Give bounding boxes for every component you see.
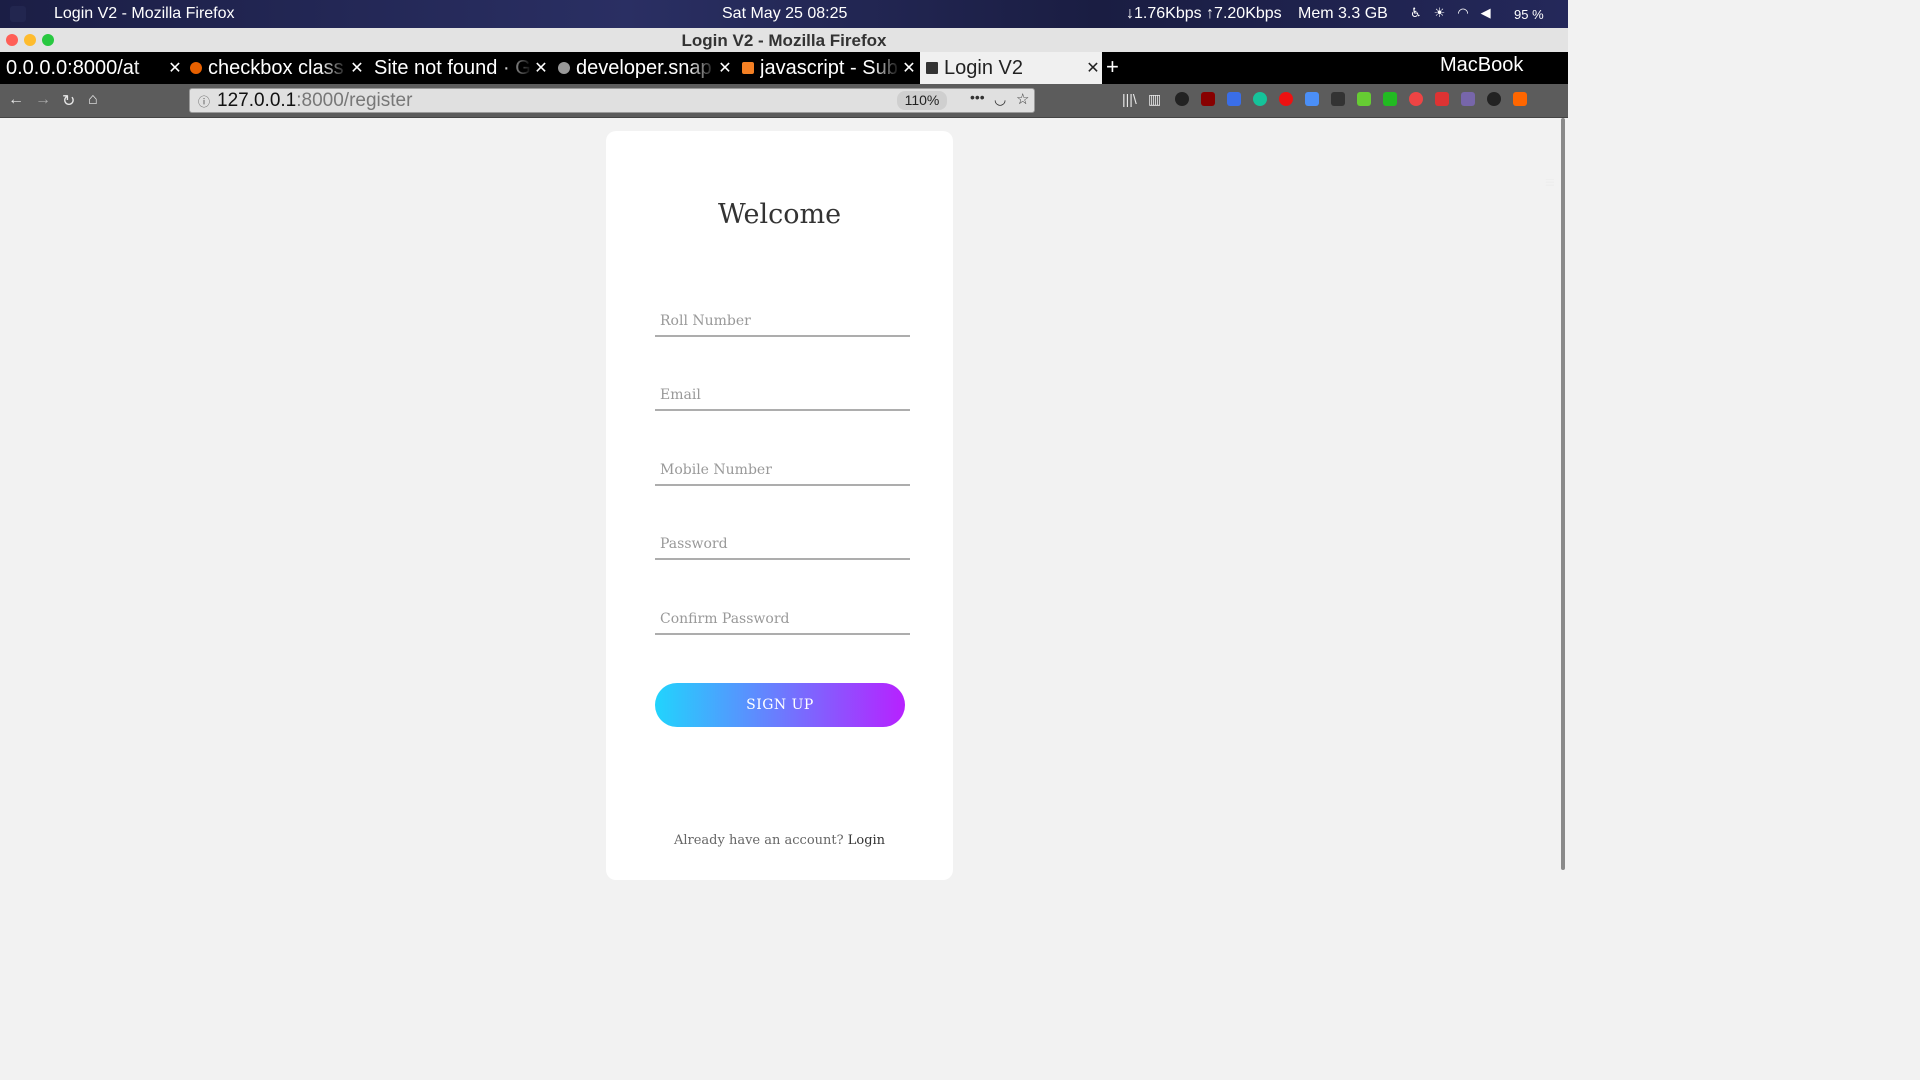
brightness-icon[interactable]: ☀ (1434, 5, 1446, 21)
tab-favicon-icon (190, 62, 202, 74)
brand-label: MacBook (1440, 54, 1523, 77)
hamburger-menu-icon[interactable]: ≡ (1545, 173, 1555, 193)
register-card: Welcome SIGN UP Already have an account?… (606, 131, 953, 880)
page-actions-icon[interactable]: ••• (970, 89, 985, 105)
pocket-icon[interactable]: ◡ (994, 91, 1006, 108)
ublock-icon[interactable] (1201, 92, 1215, 106)
os-top-panel: Login V2 - Mozilla Firefox Sat May 25 08… (0, 0, 1568, 28)
tab-strip: 0.0.0.0:8000/at ✕ checkbox class ✕ Site … (0, 52, 1568, 84)
brand-text: MacBook (1440, 54, 1524, 76)
login-link[interactable]: Login (848, 833, 885, 848)
github-icon[interactable] (1487, 92, 1501, 106)
translate-icon[interactable] (1305, 92, 1319, 106)
close-tab-icon[interactable]: ✕ (532, 58, 550, 78)
tab-label: developer.snap (576, 56, 712, 79)
home-icon[interactable]: ⌂ (88, 91, 98, 109)
tab-favicon-icon (742, 62, 754, 74)
battery-indicator[interactable]: 95 % (1514, 7, 1544, 22)
os-app-title: Login V2 - Mozilla Firefox (54, 5, 235, 22)
library-icon[interactable]: |||\ (1122, 91, 1137, 107)
download-icon[interactable] (1357, 92, 1371, 106)
extension-purple-icon[interactable] (1461, 92, 1475, 106)
close-tab-icon[interactable]: ✕ (716, 58, 734, 78)
form-title: Welcome (717, 199, 842, 230)
window-title: Login V2 - Mozilla Firefox (681, 31, 887, 50)
chrome-like-icon[interactable] (1409, 92, 1423, 106)
url-text[interactable]: 127.0.0.1:8000/register (217, 90, 412, 112)
roll-number-input[interactable] (655, 307, 910, 337)
sidebar-icon[interactable]: ▥ (1148, 91, 1161, 108)
tab-label: Site not found · G (374, 56, 531, 79)
wifi-icon[interactable]: ◠ (1457, 5, 1468, 21)
tab-2[interactable]: Site not found · G ✕ (368, 52, 550, 84)
network-speed: ↓1.76Kbps ↑7.20Kbps (1126, 5, 1282, 22)
confirm-password-input[interactable] (655, 605, 910, 635)
memory-indicator: Mem 3.3 GB (1298, 5, 1388, 22)
lock-extension-icon[interactable] (1331, 92, 1345, 106)
grammarly-icon[interactable] (1253, 92, 1267, 106)
app-menu-icon[interactable] (10, 6, 26, 22)
volume-icon[interactable]: ◀ (1481, 5, 1491, 21)
zoom-level-badge[interactable]: 110% (897, 91, 947, 110)
window-titlebar: Login V2 - Mozilla Firefox (0, 28, 1568, 53)
close-tab-icon[interactable]: ✕ (900, 58, 918, 78)
tab-label: Login V2 (944, 56, 1023, 79)
page-scrollbar[interactable] (1559, 118, 1568, 882)
close-tab-icon[interactable]: ✕ (166, 58, 184, 78)
back-arrow-icon[interactable]: ← (8, 91, 24, 109)
reload-icon[interactable]: ↻ (62, 91, 75, 111)
password-input[interactable] (655, 530, 910, 560)
site-info-icon[interactable]: ⓘ (198, 93, 210, 110)
url-host: 127.0.0.1 (217, 90, 297, 111)
os-clock[interactable]: Sat May 25 08:25 (722, 5, 847, 23)
extension-red-icon[interactable] (1279, 92, 1293, 106)
login-prompt-text: Already have an account? (673, 833, 844, 848)
url-path: :8000/register (296, 90, 413, 111)
tab-label: javascript - Sub (760, 56, 898, 79)
brave-like-icon[interactable] (1513, 92, 1527, 106)
system-tray: ♿︎ ☀ ◠ ◀ (1410, 5, 1491, 21)
extension-grid-icon[interactable] (1227, 92, 1241, 106)
tab-favicon-icon (926, 62, 938, 74)
new-tab-button[interactable]: + (1106, 54, 1119, 80)
url-bar[interactable]: ⓘ 127.0.0.1:8000/register 110% ••• ◡ ☆ (189, 88, 1035, 113)
sign-up-button[interactable]: SIGN UP (655, 683, 905, 727)
scrollbar-thumb[interactable] (1561, 118, 1565, 870)
tab-favicon-icon (558, 62, 570, 74)
bookmark-star-icon[interactable]: ☆ (1016, 90, 1029, 108)
login-prompt: Already have an account? Login (606, 833, 953, 848)
extension-green-icon[interactable] (1383, 92, 1397, 106)
email-input[interactable] (655, 381, 910, 411)
close-tab-icon[interactable]: ✕ (348, 58, 366, 78)
gmail-notifier-icon[interactable] (1435, 92, 1449, 106)
accessibility-icon[interactable]: ♿︎ (1410, 5, 1422, 21)
tab-label: 0.0.0.0:8000/at (6, 56, 140, 79)
forward-arrow-icon[interactable]: → (35, 91, 51, 109)
tab-label: checkbox class (208, 56, 344, 79)
tab-5-active[interactable]: Login V2 ✕ (920, 52, 1102, 84)
tab-4[interactable]: javascript - Sub ✕ (736, 52, 918, 84)
close-tab-icon[interactable]: ✕ (1084, 58, 1102, 78)
tab-1[interactable]: checkbox class ✕ (186, 52, 366, 84)
extension-icon-1[interactable] (1175, 92, 1189, 106)
tab-3[interactable]: developer.snap ✕ (552, 52, 734, 84)
mobile-number-input[interactable] (655, 456, 910, 486)
tab-0[interactable]: 0.0.0.0:8000/at ✕ (0, 52, 184, 84)
